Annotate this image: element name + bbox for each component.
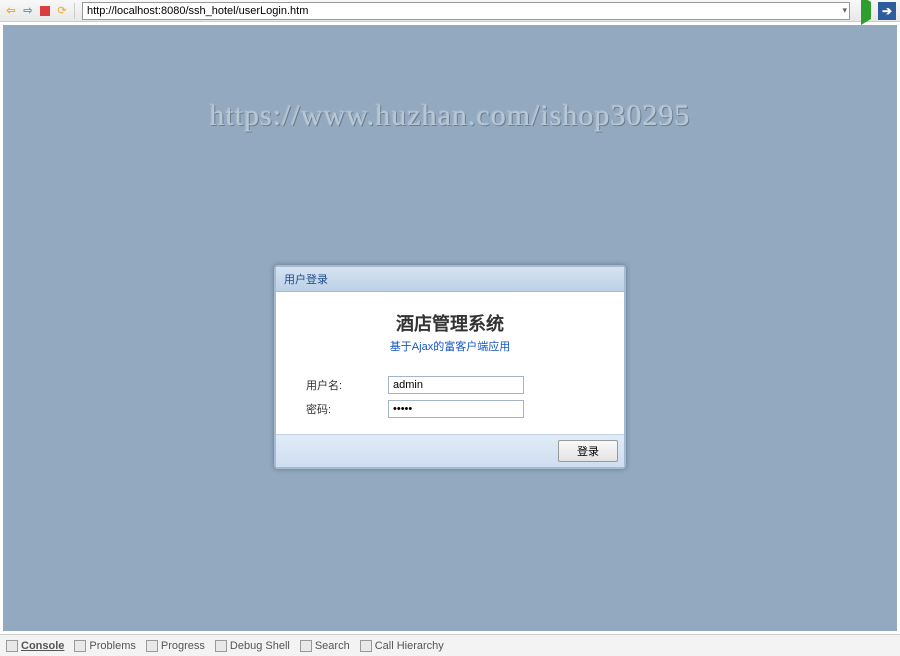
forward-icon[interactable]: ⇨ (21, 4, 35, 18)
tab-debug-shell[interactable]: Debug Shell (215, 640, 290, 652)
debug-shell-icon (215, 640, 227, 652)
login-panel: 用户登录 酒店管理系统 基于Ajax的富客户端应用 用户名: 密码: 登录 (274, 265, 626, 469)
url-text: http://localhost:8080/ssh_hotel/userLogi… (87, 5, 308, 17)
dropdown-icon[interactable]: ▾ (842, 5, 847, 16)
go-icon[interactable]: ➔ (878, 2, 896, 20)
play-icon[interactable] (857, 2, 875, 20)
refresh-icon[interactable]: ⟳ (55, 4, 69, 18)
system-subtitle: 基于Ajax的富客户端应用 (288, 338, 612, 354)
login-button[interactable]: 登录 (558, 440, 618, 462)
password-input[interactable] (388, 400, 524, 418)
system-title: 酒店管理系统 (288, 310, 612, 336)
panel-header: 用户登录 (276, 267, 624, 292)
address-bar[interactable]: http://localhost:8080/ssh_hotel/userLogi… (82, 2, 850, 20)
panel-body: 酒店管理系统 基于Ajax的富客户端应用 用户名: 密码: (276, 292, 624, 434)
browser-toolbar: ⇦ ⇨ ⟳ http://localhost:8080/ssh_hotel/us… (0, 0, 900, 22)
username-row: 用户名: (288, 376, 612, 394)
stop-icon[interactable] (38, 4, 52, 18)
console-icon (6, 640, 18, 652)
password-label: 密码: (306, 401, 388, 417)
tab-call-hierarchy[interactable]: Call Hierarchy (360, 640, 444, 652)
call-hierarchy-icon (360, 640, 372, 652)
watermark-text: https://www.huzhan.com/ishop30295 (3, 99, 897, 133)
tab-search[interactable]: Search (300, 640, 350, 652)
tab-progress[interactable]: Progress (146, 640, 205, 652)
separator (74, 3, 75, 19)
page-background: https://www.huzhan.com/ishop30295 用户登录 酒… (3, 25, 897, 631)
username-label: 用户名: (306, 377, 388, 393)
back-icon[interactable]: ⇦ (4, 4, 18, 18)
tab-problems[interactable]: Problems (74, 640, 135, 652)
problems-icon (74, 640, 86, 652)
password-row: 密码: (288, 400, 612, 418)
status-bar: Console Problems Progress Debug Shell Se… (0, 634, 900, 656)
search-icon (300, 640, 312, 652)
panel-footer: 登录 (276, 434, 624, 467)
content-area: https://www.huzhan.com/ishop30295 用户登录 酒… (0, 22, 900, 634)
progress-icon (146, 640, 158, 652)
tab-console[interactable]: Console (6, 640, 64, 652)
username-input[interactable] (388, 376, 524, 394)
